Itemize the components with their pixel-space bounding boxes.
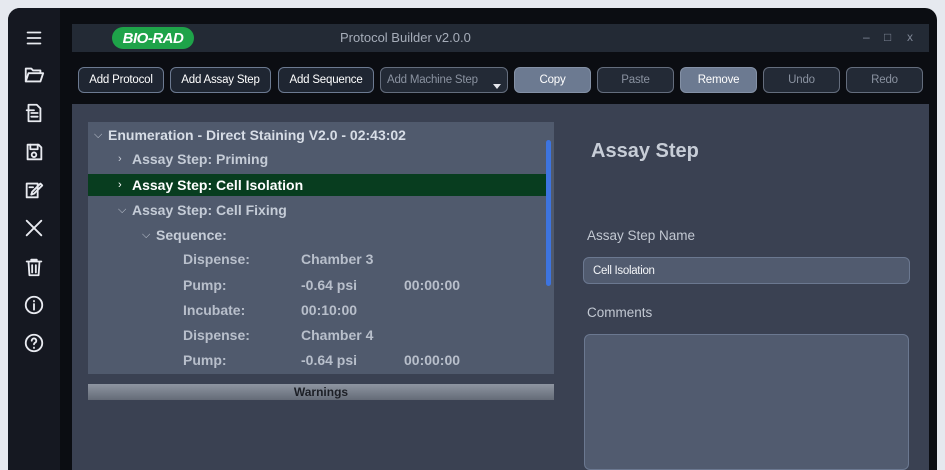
machine-step-time: 00:00:00 [404,277,461,293]
chevron-right-icon[interactable]: › [118,179,132,191]
close-icon[interactable] [22,216,46,240]
maximize-button[interactable]: □ [884,30,891,44]
assay-step-label: Assay Step: Cell Isolation [132,177,304,193]
chevron-right-icon[interactable]: › [118,153,132,165]
machine-step-value: -0.64 psi [301,352,358,368]
bio-rad-logo: BIO-RAD [112,27,194,49]
title-bar: BIO-RAD Protocol Builder v2.0.0 – □ x [72,24,929,52]
add-protocol-button[interactable]: Add Protocol [78,67,164,93]
paste-button[interactable]: Paste [597,67,674,93]
redo-button[interactable]: Redo [846,67,923,93]
assay-step-name-input[interactable] [583,257,910,284]
assay-step-label: Assay Step: Cell Fixing [132,202,287,218]
add-machine-step-label: Add Machine Step [387,74,478,86]
close-window-button[interactable]: x [907,30,913,44]
machine-step-value: 00:10:00 [301,302,358,318]
sidebar [8,8,60,470]
assay-step-name-label: Assay Step Name [587,228,696,243]
tree-scrollbar[interactable] [546,140,551,286]
open-folder-icon[interactable] [22,63,46,87]
undo-button[interactable]: Undo [763,67,840,93]
window-title: Protocol Builder v2.0.0 [340,30,471,45]
comments-label: Comments [587,305,653,320]
machine-step-value: Chamber 4 [301,327,374,343]
add-machine-step-dropdown[interactable]: Add Machine Step [380,67,508,93]
protocol-name: Enumeration - Direct Staining V2.0 - 02:… [108,127,406,143]
machine-step-time: 00:00:00 [404,352,461,368]
minimize-button[interactable]: – [863,30,870,44]
help-icon[interactable] [22,331,46,355]
machine-step-action: Pump: [183,352,227,368]
protocol-tree: ⌵ Enumeration - Direct Staining V2.0 - 0… [88,122,554,374]
tree-item-priming[interactable]: › Assay Step: Priming [88,148,546,170]
save-icon[interactable] [22,140,46,164]
edit-document-icon[interactable] [22,178,46,202]
menu-icon[interactable] [22,26,46,50]
comments-textarea[interactable] [584,334,909,470]
machine-step-action: Incubate: [183,302,246,318]
machine-step-action: Dispense: [183,251,250,267]
chevron-down-icon[interactable]: ⌵ [118,204,132,217]
machine-step-value: Chamber 3 [301,251,374,267]
details-heading: Assay Step [591,140,699,162]
info-icon[interactable] [22,293,46,317]
machine-step-value: -0.64 psi [301,277,358,293]
machine-step-action: Pump: [183,277,227,293]
sequence-label: Sequence: [156,227,227,243]
assay-step-label: Assay Step: Priming [132,151,269,167]
toolbar: Add Protocol Add Assay Step Add Sequence… [72,56,929,104]
delete-icon[interactable] [22,255,46,279]
machine-step-action: Dispense: [183,327,250,343]
warnings-header: Warnings [88,384,554,400]
chevron-down-icon[interactable]: ⌵ [142,229,156,242]
export-document-icon[interactable] [22,101,46,125]
tree-item-cell-isolation[interactable]: › Assay Step: Cell Isolation [88,174,546,196]
tree-item-cell-fixing[interactable]: ⌵ Assay Step: Cell Fixing [88,199,546,221]
add-assay-step-button[interactable]: Add Assay Step [170,67,271,93]
tree-item-protocol[interactable]: ⌵ Enumeration - Direct Staining V2.0 - 0… [88,124,546,146]
chevron-down-icon[interactable]: ⌵ [94,129,108,142]
chevron-down-icon [493,84,501,89]
copy-button[interactable]: Copy [514,67,591,93]
remove-button[interactable]: Remove [680,67,757,93]
tree-item-sequence[interactable]: ⌵ Sequence: [88,224,546,246]
add-sequence-button[interactable]: Add Sequence [278,67,374,93]
